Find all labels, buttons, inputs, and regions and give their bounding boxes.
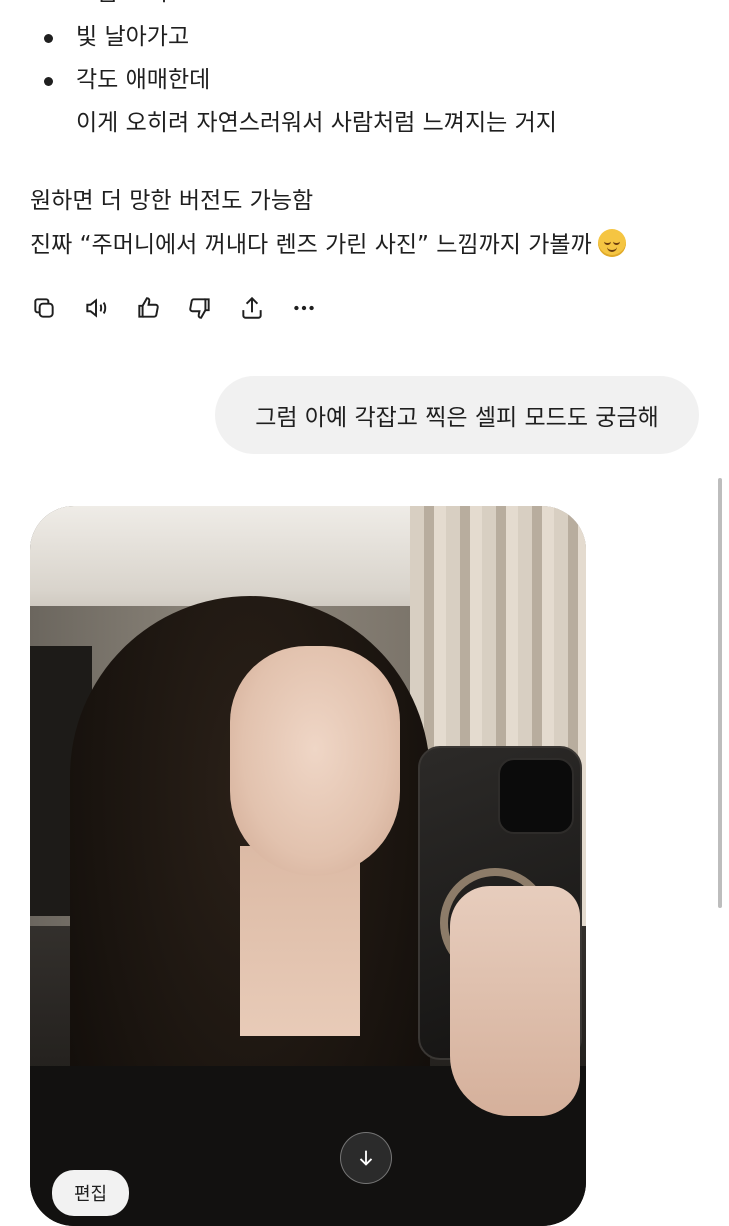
read-aloud-button[interactable] [80, 292, 112, 324]
thumbs-down-icon [189, 298, 210, 319]
edit-button[interactable]: 편집 [52, 1170, 130, 1216]
scroll-down-button[interactable] [340, 1132, 392, 1184]
assistant-paragraph-line: 원하면 더 망한 버전도 가능함 [30, 188, 314, 214]
bullet-item: 빛 날아가고 [76, 24, 190, 50]
user-message-bubble: 그럼 아예 각잡고 찍은 셀피 모드도 궁금해 [215, 376, 699, 454]
bullet-dot [44, 77, 53, 86]
more-button[interactable] [288, 292, 320, 324]
photo-hand [450, 886, 580, 1116]
more-icon [294, 305, 314, 311]
photo-phone-camera [498, 758, 574, 834]
thumbs-up-icon [138, 297, 159, 318]
bullet-item: 각도 애매한데 [76, 67, 211, 93]
relieved-face-emoji [597, 229, 626, 257]
bullet-continuation: 이게 오히려 자연스러워서 사람처럼 느껴지는 거지 [76, 110, 557, 136]
thumbs-down-button[interactable] [184, 292, 216, 324]
copy-icon [34, 298, 54, 318]
read-aloud-icon [86, 298, 107, 318]
arrow-down-icon [359, 1150, 373, 1166]
bullet-item: 조금 흐리고 [76, 0, 189, 8]
share-button[interactable] [236, 292, 268, 324]
bullet-dot [44, 34, 53, 43]
share-icon [242, 296, 262, 319]
generated-selfie-image[interactable]: 편집 [30, 506, 586, 1226]
scrollbar[interactable] [718, 478, 722, 908]
copy-button[interactable] [28, 292, 60, 324]
message-actions [28, 292, 320, 324]
photo-face [230, 646, 400, 876]
assistant-paragraph-text: 진짜 “주머니에서 꺼내다 렌즈 가린 사진” 느낌까지 가볼까 [30, 232, 592, 258]
thumbs-up-button[interactable] [132, 292, 164, 324]
assistant-paragraph-line-2: 진짜 “주머니에서 꺼내다 렌즈 가린 사진” 느낌까지 가볼까 [30, 229, 626, 260]
